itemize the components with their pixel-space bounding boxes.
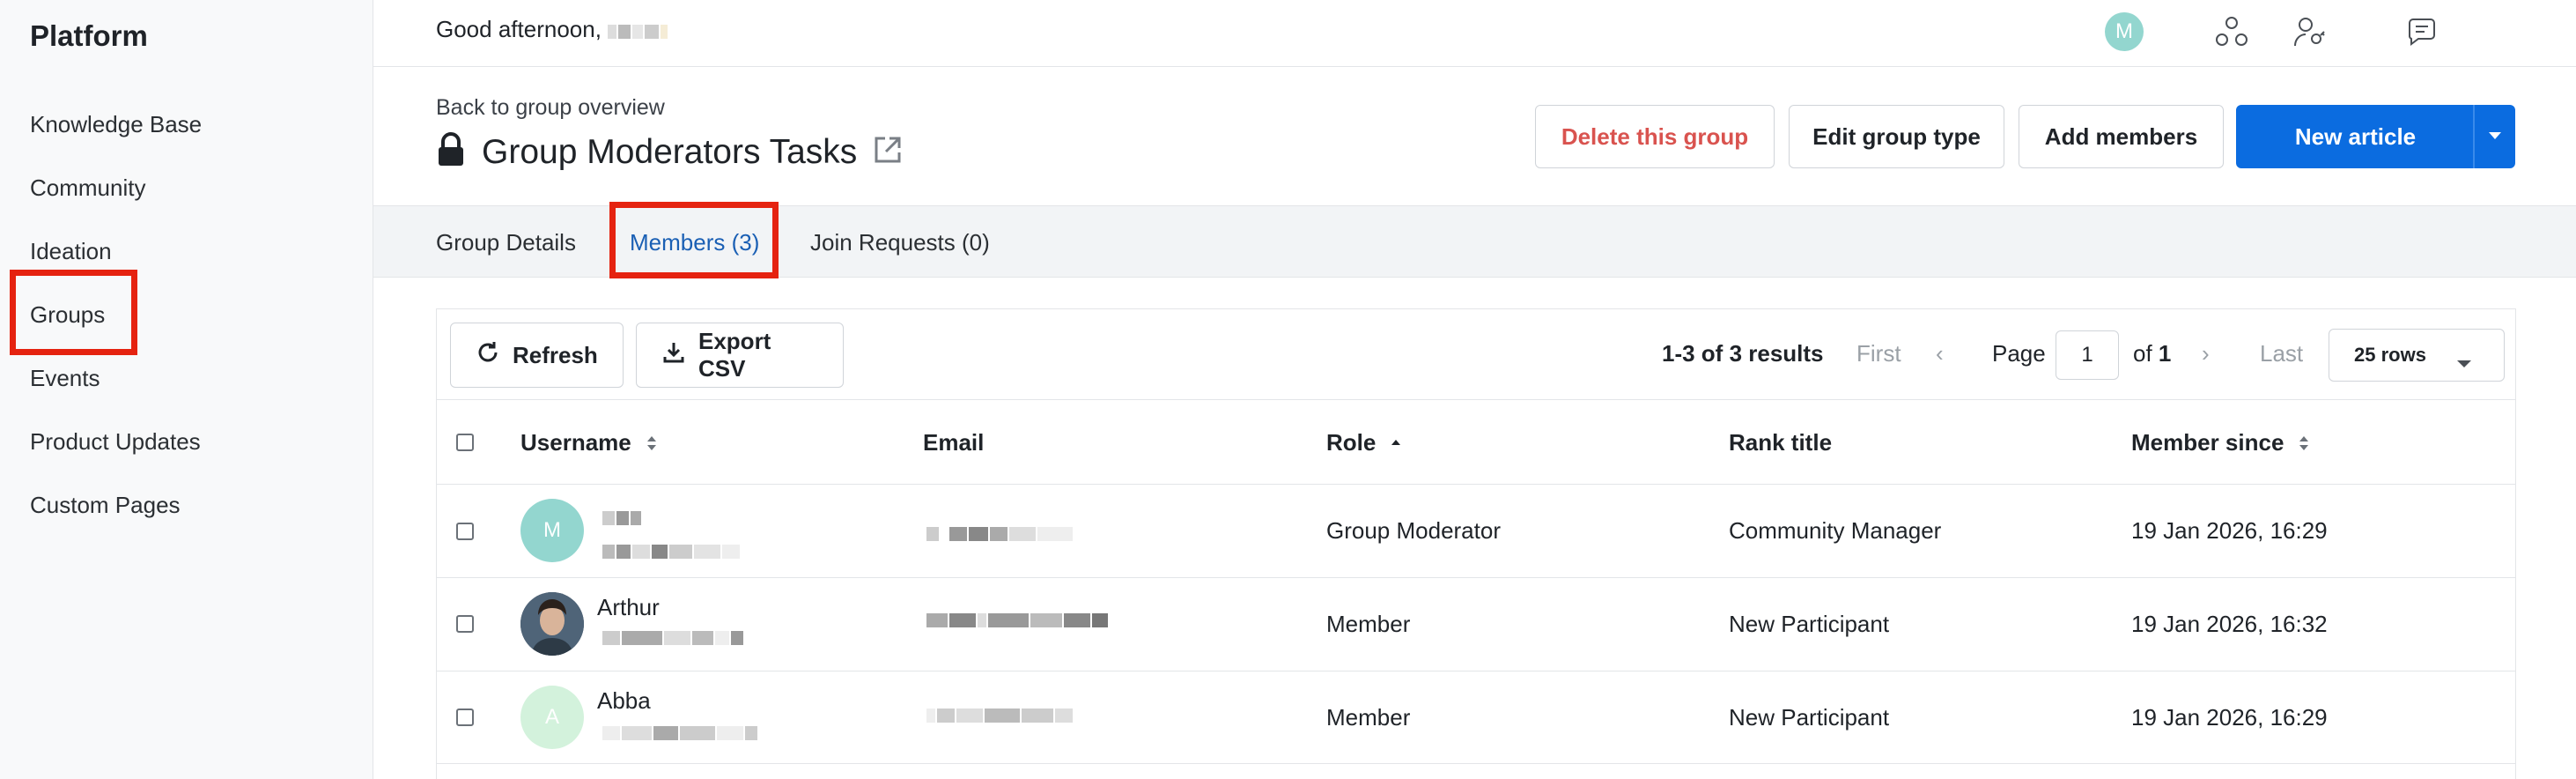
sidebar: Platform Knowledge Base Community Ideati… [0, 0, 373, 779]
delete-group-button[interactable]: Delete this group [1535, 105, 1775, 168]
sort-icon[interactable] [646, 434, 658, 453]
role-cell: Member [1326, 611, 1411, 637]
user-photo-icon [520, 592, 584, 656]
redacted-username [602, 511, 643, 530]
member-since-cell: 19 Jan 2026, 16:32 [2131, 611, 2328, 637]
export-csv-button[interactable]: Export CSV [636, 323, 844, 388]
new-article-button[interactable]: New article [2236, 105, 2475, 168]
prev-page-chevron-icon[interactable]: ‹ [1936, 340, 1944, 367]
column-label-role: Role [1326, 429, 1377, 456]
username: Abba [597, 687, 651, 714]
column-header-member-since[interactable]: Member since [2131, 429, 2310, 456]
sort-icon[interactable] [2298, 434, 2310, 453]
lock-icon [436, 132, 466, 172]
redacted-email [926, 613, 1110, 632]
first-page-link[interactable]: First [1856, 340, 1901, 367]
edit-group-type-button[interactable]: Edit group type [1789, 105, 2004, 168]
chat-icon[interactable] [2403, 12, 2441, 51]
sidebar-item-product-updates[interactable]: Product Updates [30, 428, 201, 456]
sidebar-item-groups[interactable]: Groups [30, 301, 105, 329]
caret-down-icon [2456, 351, 2472, 374]
add-members-button[interactable]: Add members [2019, 105, 2224, 168]
column-label-username: Username [520, 429, 631, 456]
column-label-member-since: Member since [2131, 429, 2284, 456]
column-header-rank-title: Rank title [1729, 429, 1832, 456]
role-cell: Member [1326, 704, 1411, 731]
topbar: Good afternoon, M [373, 0, 2576, 67]
rank-title-cell: Community Manager [1729, 517, 1942, 544]
sidebar-item-ideation[interactable]: Ideation [30, 238, 112, 265]
sort-ascending-icon[interactable] [1390, 434, 1402, 453]
redacted-user-handle [602, 545, 742, 563]
row-divider [437, 763, 2515, 764]
avatar: A [520, 686, 584, 749]
column-header-username[interactable]: Username [520, 429, 658, 456]
last-page-link[interactable]: Last [2260, 340, 2303, 367]
export-csv-label: Export CSV [698, 328, 771, 382]
avatar[interactable]: M [2105, 12, 2144, 51]
refresh-button[interactable]: Refresh [450, 323, 624, 388]
of-text: of [2133, 340, 2152, 367]
avatar [520, 592, 584, 656]
caret-down-icon [2488, 129, 2502, 145]
next-page-chevron-icon[interactable]: › [2202, 340, 2210, 367]
row-checkbox[interactable] [456, 709, 474, 726]
username: Arthur [597, 594, 660, 620]
page-label: Page [1992, 340, 2046, 367]
tab-group-details[interactable]: Group Details [436, 229, 576, 256]
refresh-icon [476, 340, 513, 371]
download-icon [661, 340, 698, 371]
column-label-rank-title: Rank title [1729, 429, 1833, 456]
column-header-role[interactable]: Role [1326, 429, 1402, 456]
rows-per-page-select[interactable]: 25 rows [2329, 329, 2505, 382]
redacted-email [926, 709, 1074, 727]
new-article-dropdown-button[interactable] [2473, 105, 2515, 168]
member-since-cell: 19 Jan 2026, 16:29 [2131, 704, 2328, 731]
user-settings-icon[interactable] [2290, 12, 2329, 51]
select-all-checkbox[interactable] [456, 434, 474, 451]
refresh-label: Refresh [513, 341, 598, 368]
greeting-text: Good afternoon, [436, 16, 602, 42]
page-title: Group Moderators Tasks [482, 132, 858, 171]
external-link-icon[interactable] [873, 135, 903, 169]
tab-members[interactable]: Members (3) [630, 229, 759, 256]
rank-title-cell: New Participant [1729, 704, 1890, 731]
row-divider [437, 577, 2515, 578]
back-to-group-overview-link[interactable]: Back to group overview [436, 95, 665, 121]
column-label-email: Email [923, 429, 985, 456]
avatar: M [520, 499, 584, 562]
results-count: 1-3 of 3 results [1662, 340, 1824, 367]
redacted-email [926, 527, 1074, 545]
tab-join-requests[interactable]: Join Requests (0) [810, 229, 990, 256]
total-pages: 1 [2158, 340, 2172, 367]
redacted-user-handle [602, 726, 759, 745]
row-checkbox[interactable] [456, 523, 474, 540]
community-icon[interactable] [2212, 12, 2251, 51]
sidebar-item-custom-pages[interactable]: Custom Pages [30, 492, 181, 519]
sidebar-title: Platform [30, 19, 148, 52]
sidebar-item-community[interactable]: Community [30, 174, 145, 202]
page-title-row: Group Moderators Tasks [436, 132, 903, 172]
row-checkbox[interactable] [456, 615, 474, 633]
role-cell: Group Moderator [1326, 517, 1501, 544]
greeting: Good afternoon, [436, 16, 669, 45]
sidebar-item-events[interactable]: Events [30, 365, 100, 392]
rank-title-cell: New Participant [1729, 611, 1890, 637]
redacted-user-handle [602, 631, 745, 649]
page-number-input[interactable] [2056, 330, 2119, 380]
member-since-cell: 19 Jan 2026, 16:29 [2131, 517, 2328, 544]
sidebar-item-knowledge-base[interactable]: Knowledge Base [30, 111, 202, 138]
redacted-username [608, 18, 669, 45]
tabs-bar: Group Details Members (3) Join Requests … [373, 205, 2576, 278]
rows-per-page-value: 25 rows [2354, 344, 2426, 366]
column-header-email: Email [923, 429, 984, 456]
page-of-label: of 1 [2133, 340, 2171, 367]
